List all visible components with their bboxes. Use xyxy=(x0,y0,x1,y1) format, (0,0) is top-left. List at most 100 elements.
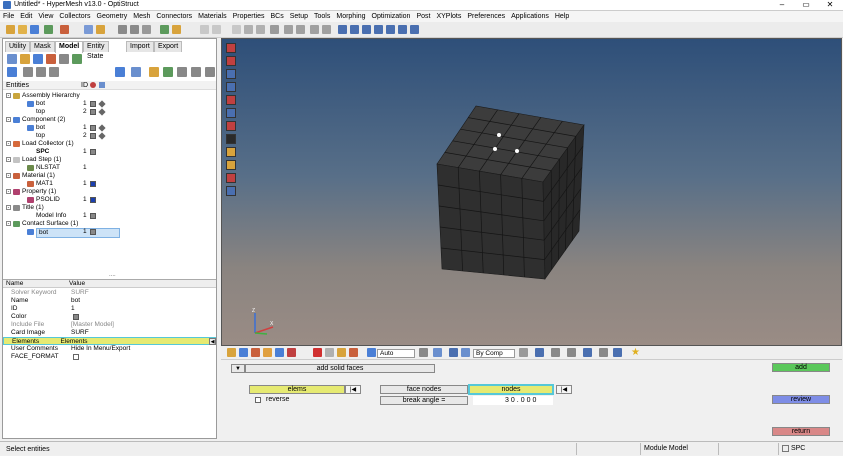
import-icon[interactable] xyxy=(44,25,53,34)
load-view-icon[interactable] xyxy=(20,54,30,64)
material-view-icon[interactable] xyxy=(46,54,56,64)
unmask-icon[interactable] xyxy=(349,348,358,357)
elems-reset-button[interactable]: |◀ xyxy=(345,385,361,394)
property-value[interactable]: SURF xyxy=(71,289,89,297)
collapse-icon[interactable] xyxy=(36,67,46,77)
property-row[interactable]: Solver Keyword SURF xyxy=(3,289,216,297)
tree-row[interactable]: top 2 xyxy=(3,132,216,140)
component-view-icon[interactable] xyxy=(7,54,17,64)
tree-row[interactable]: PSOLID 1 xyxy=(3,196,216,204)
undo-icon[interactable] xyxy=(118,25,127,34)
display-none-icon[interactable] xyxy=(131,67,141,77)
menu-properties[interactable]: Properties xyxy=(230,11,268,22)
user-icon[interactable] xyxy=(160,25,169,34)
color-swatch[interactable] xyxy=(90,109,96,115)
camera-icon[interactable] xyxy=(200,25,209,34)
rotate-icon[interactable] xyxy=(296,25,305,34)
nodes-selector[interactable]: nodes xyxy=(468,384,554,395)
model-browser-icon[interactable] xyxy=(84,25,93,34)
face-nodes-button[interactable]: face nodes xyxy=(380,385,468,394)
filter-view-icon[interactable] xyxy=(72,54,82,64)
return-button[interactable]: return xyxy=(772,427,830,436)
star-icon[interactable]: ★ xyxy=(631,347,640,358)
ref-display-icon[interactable] xyxy=(263,348,272,357)
maximize-button[interactable]: ▭ xyxy=(794,0,818,10)
find-icon[interactable] xyxy=(49,67,59,77)
eye-closed-icon[interactable] xyxy=(191,67,201,77)
tree-row[interactable]: SPC 1 xyxy=(3,148,216,156)
menu-geometry[interactable]: Geometry xyxy=(94,11,131,22)
elems-selector[interactable]: elems xyxy=(249,385,345,394)
comp-display-icon[interactable] xyxy=(227,348,236,357)
color-swatch[interactable] xyxy=(90,101,96,107)
menu-materials[interactable]: Materials xyxy=(195,11,229,22)
menu-bcs[interactable]: BCs xyxy=(267,11,286,22)
view-back-icon[interactable] xyxy=(350,25,359,34)
view-iso-icon[interactable] xyxy=(410,25,419,34)
menu-optimization[interactable]: Optimization xyxy=(369,11,414,22)
elements-selector-button[interactable]: ◀ xyxy=(209,338,216,345)
tree-expand-icon[interactable]: - xyxy=(6,205,11,211)
color-swatch[interactable] xyxy=(90,181,96,187)
property-row[interactable]: User Comments Hide In Menu/Export xyxy=(3,345,216,353)
mesh-lines-icon[interactable] xyxy=(519,348,528,357)
property-value[interactable]: 1 xyxy=(71,305,75,313)
menu-xyplots[interactable]: XYPlots xyxy=(433,11,464,22)
tree-row[interactable]: top 2 xyxy=(3,108,216,116)
tree-row[interactable]: - Contact Surface (1) xyxy=(3,220,216,228)
tab-entity-state[interactable]: Entity State xyxy=(83,41,109,60)
visibility-cube-icon[interactable] xyxy=(98,100,106,108)
nodes-reset-button[interactable]: |◀ xyxy=(556,385,572,394)
tree-row[interactable]: MAT1 1 xyxy=(3,180,216,188)
clipping-icon[interactable] xyxy=(599,348,608,357)
menu-connectors[interactable]: Connectors xyxy=(153,11,195,22)
tree-expand-icon[interactable]: - xyxy=(6,117,11,123)
new-icon[interactable] xyxy=(6,25,15,34)
tab-model[interactable]: Model xyxy=(55,41,84,53)
property-row[interactable]: Name bot xyxy=(3,297,216,305)
color-by-icon[interactable] xyxy=(461,348,470,357)
tree-expand-icon[interactable]: - xyxy=(6,157,11,163)
property-row[interactable]: Color xyxy=(3,313,216,321)
panel-dropdown-button[interactable]: ▼ xyxy=(231,364,245,373)
tree-row[interactable]: - Load Collector (1) xyxy=(3,140,216,148)
display-icon[interactable] xyxy=(96,25,105,34)
tab-utility[interactable]: Utility xyxy=(5,41,31,52)
selected-node[interactable] xyxy=(515,149,519,153)
element-shape-icon[interactable] xyxy=(535,348,544,357)
image-icon[interactable] xyxy=(212,25,221,34)
load-display-icon[interactable] xyxy=(239,348,248,357)
tree-row[interactable]: bot 1 xyxy=(3,124,216,132)
menu-applications[interactable]: Applications xyxy=(508,11,552,22)
splitter-handle[interactable]: .... xyxy=(109,272,116,278)
mask-icon[interactable] xyxy=(325,348,334,357)
property-row[interactable]: ID 1 xyxy=(3,305,216,313)
menu-setup[interactable]: Setup xyxy=(287,11,311,22)
folder-icon[interactable] xyxy=(172,25,181,34)
tree-row[interactable]: - Material (1) xyxy=(3,172,216,180)
system-display-icon[interactable] xyxy=(275,348,284,357)
menu-edit[interactable]: Edit xyxy=(17,11,35,22)
review-button[interactable]: review xyxy=(772,395,830,404)
zoom-window-icon[interactable] xyxy=(256,25,265,34)
property-row[interactable]: Card Image SURF xyxy=(3,329,216,337)
tree-expand-icon[interactable]: - xyxy=(6,141,11,147)
menu-collectors[interactable]: Collectors xyxy=(56,11,93,22)
tab-export[interactable]: Export xyxy=(154,41,183,52)
eye-icon[interactable] xyxy=(177,67,187,77)
tree-row[interactable]: - Load Step (1) xyxy=(3,156,216,164)
tree-expand-icon[interactable]: - xyxy=(6,173,11,179)
color-swatch[interactable] xyxy=(90,229,96,235)
spin-icon[interactable] xyxy=(310,25,319,34)
shading-icon[interactable] xyxy=(419,348,428,357)
view-left-icon[interactable] xyxy=(386,25,395,34)
tree-row[interactable]: bot 1 xyxy=(3,228,216,238)
tab-mask[interactable]: Mask xyxy=(30,41,55,52)
property-value[interactable]: Hide In Menu/Export xyxy=(71,345,130,353)
reverse-checkbox[interactable] xyxy=(255,397,261,403)
menu-tools[interactable]: Tools xyxy=(311,11,333,22)
display-all-icon[interactable] xyxy=(115,67,125,77)
set-display-icon[interactable] xyxy=(287,348,296,357)
pan-icon[interactable] xyxy=(284,25,293,34)
menu-post[interactable]: Post xyxy=(413,11,433,22)
